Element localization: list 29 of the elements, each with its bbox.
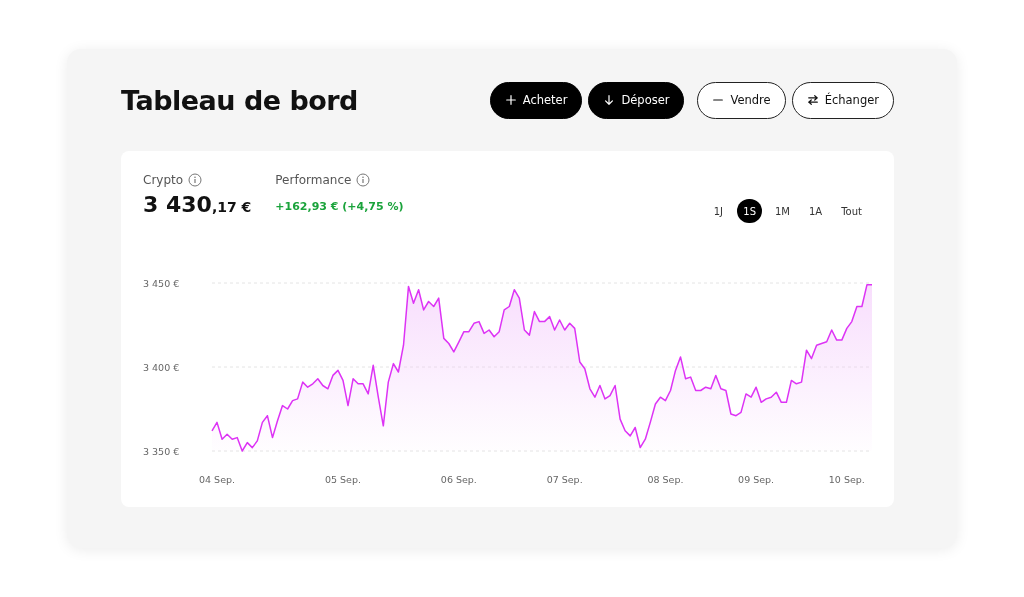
x-axis-label: 06 Sep. [440, 474, 477, 485]
down-arrow-icon [603, 94, 616, 106]
info-icon[interactable] [356, 173, 371, 187]
action-button[interactable]: Déposer [588, 81, 685, 119]
x-axis-label: 05 Sep. [324, 474, 361, 485]
period-tab[interactable]: 1A [803, 199, 829, 223]
plus-icon [504, 94, 517, 106]
info-icon[interactable] [188, 173, 203, 187]
period-tab[interactable]: 1J [706, 199, 731, 223]
page-title: Tableau de bord [121, 84, 358, 116]
period-tab[interactable]: 1S [737, 199, 762, 223]
swap-arrows-icon [806, 94, 819, 106]
stat-label: Performance [275, 173, 352, 187]
y-axis-label: 3 400 € [143, 362, 180, 373]
x-axis-label: 10 Sep. [828, 474, 865, 485]
performance-value: +162,93 € (+4,75 %) [275, 200, 404, 213]
action-button[interactable]: Échanger [791, 81, 894, 119]
balance-amount: 3 430,17 € [143, 192, 252, 217]
x-axis-label: 07 Sep. [546, 474, 583, 485]
x-axis-label: 09 Sep. [738, 474, 775, 485]
stat-label: Crypto [143, 173, 184, 187]
action-button[interactable]: Acheter [489, 81, 583, 119]
y-axis-label: 3 350 € [143, 446, 180, 457]
period-tab[interactable]: Tout [835, 199, 868, 223]
period-tab[interactable]: 1M [769, 199, 796, 223]
x-axis-label: 04 Sep. [199, 474, 236, 485]
action-button[interactable]: Vendre [697, 81, 786, 119]
y-axis-label: 3 450 € [143, 278, 180, 289]
x-axis-label: 08 Sep. [647, 474, 684, 485]
